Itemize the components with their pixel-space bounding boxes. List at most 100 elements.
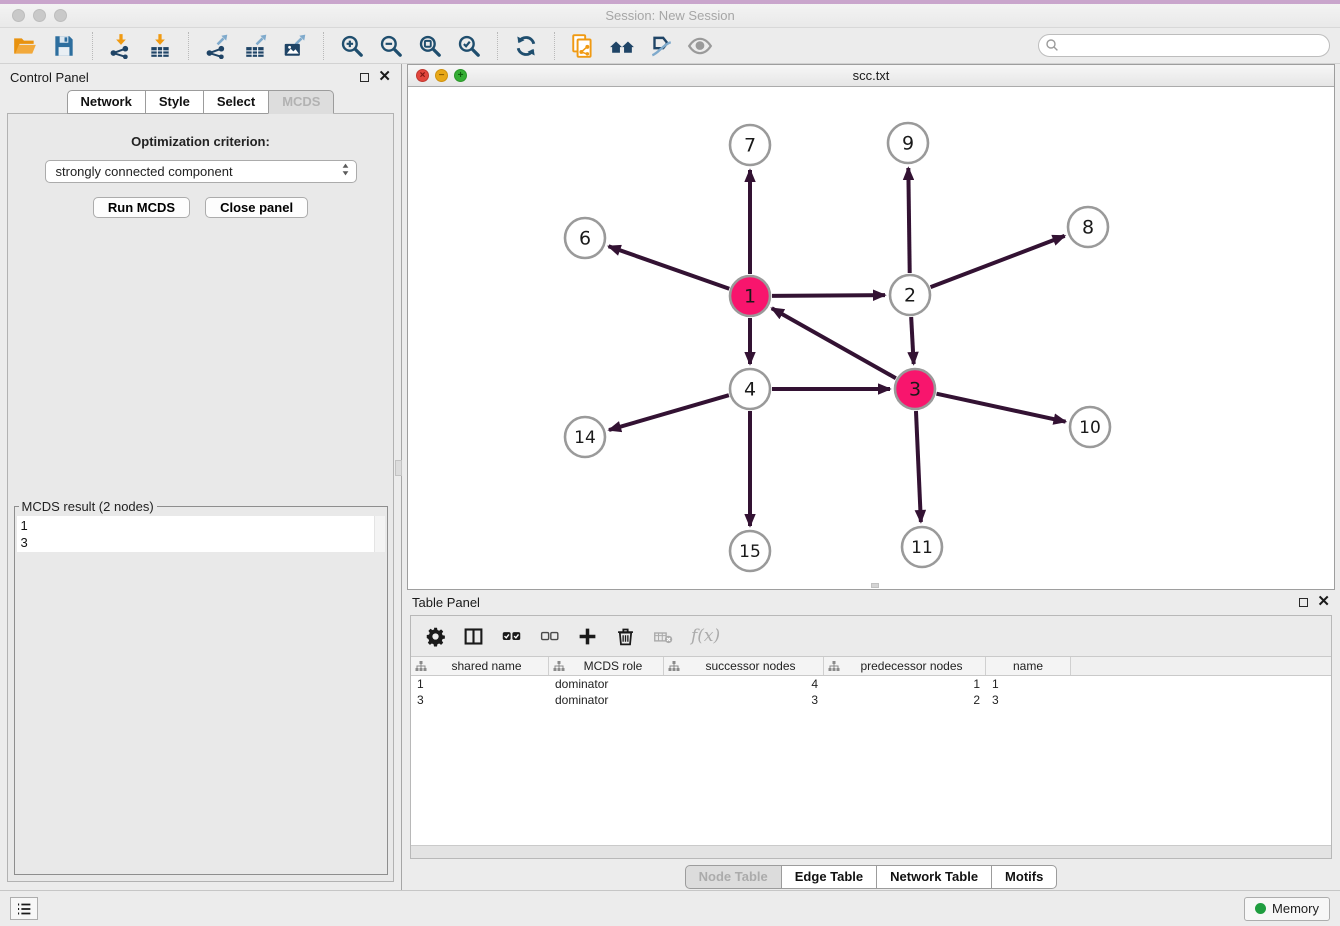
tab-style[interactable]: Style (145, 90, 204, 114)
table-settings-gear-icon[interactable] (425, 626, 446, 647)
cell[interactable]: 1 (824, 677, 986, 691)
window-title: Session: New Session (0, 8, 1340, 23)
cell[interactable]: 3 (411, 693, 549, 707)
select-all-icon[interactable] (501, 626, 522, 647)
panel-splitter-handle[interactable] (395, 460, 402, 476)
node-6[interactable]: 6 (565, 218, 605, 258)
close-window-button[interactable] (12, 9, 25, 22)
node-3[interactable]: 3 (895, 369, 935, 409)
import-table-icon[interactable] (145, 31, 175, 61)
node-11[interactable]: 11 (902, 527, 942, 567)
node-14[interactable]: 14 (565, 417, 605, 457)
node-7[interactable]: 7 (730, 125, 770, 165)
float-table-panel-icon[interactable] (1299, 598, 1308, 607)
column-header-shared-name[interactable]: shared name (411, 657, 549, 675)
network-minimize-icon[interactable]: − (435, 69, 448, 82)
tab-node-table[interactable]: Node Table (685, 865, 782, 889)
table-row[interactable]: 3dominator323 (411, 692, 1331, 708)
tab-network[interactable]: Network (67, 90, 146, 114)
save-session-icon[interactable] (49, 31, 79, 61)
close-table-panel-icon[interactable]: ✕ (1317, 597, 1330, 607)
column-header-successor-nodes[interactable]: successor nodes (664, 657, 824, 675)
edge-2-9[interactable] (908, 168, 909, 273)
mcds-result-area[interactable]: 1 3 (17, 516, 385, 552)
edge-1-6[interactable] (609, 246, 730, 288)
mcds-scrollbar[interactable] (374, 516, 385, 552)
new-network-from-selection-icon[interactable] (568, 31, 598, 61)
cell[interactable]: 3 (664, 693, 824, 707)
cell[interactable]: dominator (549, 693, 664, 707)
cell[interactable]: 3 (986, 693, 1071, 707)
optimization-criterion-dropdown[interactable]: strongly connected component (45, 160, 357, 183)
zoom-fit-icon[interactable] (415, 31, 445, 61)
node-2[interactable]: 2 (890, 275, 930, 315)
home-icon[interactable] (607, 31, 637, 61)
import-network-icon[interactable] (106, 31, 136, 61)
network-graph[interactable]: 7 9 6 8 1 2 4 3 14 10 15 11 (408, 87, 1339, 589)
traffic-lights (12, 9, 67, 22)
export-table-icon[interactable] (241, 31, 271, 61)
add-column-icon[interactable] (577, 626, 598, 647)
column-header-name[interactable]: name (986, 657, 1071, 675)
edge-3-1[interactable] (772, 308, 896, 378)
refresh-icon[interactable] (511, 31, 541, 61)
node-1[interactable]: 1 (730, 276, 770, 316)
open-session-icon[interactable] (10, 31, 40, 61)
network-window-titlebar[interactable]: × − + scc.txt (408, 65, 1334, 87)
edge-1-2[interactable] (772, 295, 885, 296)
edge-2-8[interactable] (931, 236, 1065, 287)
node-9[interactable]: 9 (888, 123, 928, 163)
cell[interactable]: 1 (411, 677, 549, 691)
status-bar: Memory (0, 890, 1340, 926)
graphics-details-icon[interactable] (646, 31, 676, 61)
minimize-window-button[interactable] (33, 9, 46, 22)
node-8[interactable]: 8 (1068, 207, 1108, 247)
export-network-icon[interactable] (202, 31, 232, 61)
zoom-in-icon[interactable] (337, 31, 367, 61)
column-header-MCDS-role[interactable]: MCDS role (549, 657, 664, 675)
network-maximize-icon[interactable]: + (454, 69, 467, 82)
node-4[interactable]: 4 (730, 369, 770, 409)
zoom-selected-icon[interactable] (454, 31, 484, 61)
table-row[interactable]: 1dominator411 (411, 676, 1331, 692)
tab-network-table[interactable]: Network Table (876, 865, 992, 889)
network-close-icon[interactable]: × (416, 69, 429, 82)
tab-motifs[interactable]: Motifs (991, 865, 1057, 889)
maximize-window-button[interactable] (54, 9, 67, 22)
column-header-predecessor-nodes[interactable]: predecessor nodes (824, 657, 986, 675)
task-history-button[interactable] (10, 897, 38, 920)
tab-select[interactable]: Select (203, 90, 269, 114)
search-input[interactable] (1038, 34, 1330, 57)
deselect-all-icon[interactable] (539, 626, 560, 647)
edge-3-11[interactable] (916, 411, 921, 522)
canvas-splitter-handle[interactable] (871, 583, 879, 588)
show-column-panel-icon[interactable] (463, 626, 484, 647)
node-15[interactable]: 15 (730, 531, 770, 571)
memory-button[interactable]: Memory (1244, 897, 1330, 921)
svg-text:11: 11 (911, 538, 933, 558)
edge-4-14[interactable] (609, 395, 729, 430)
hierarchy-icon (668, 660, 680, 672)
close-panel-button[interactable]: Close panel (205, 197, 308, 218)
cell[interactable]: dominator (549, 677, 664, 691)
run-mcds-button[interactable]: Run MCDS (93, 197, 190, 218)
float-panel-icon[interactable] (360, 73, 369, 82)
edge-3-10[interactable] (936, 394, 1065, 422)
cell[interactable]: 2 (824, 693, 986, 707)
node-10[interactable]: 10 (1070, 407, 1110, 447)
cell[interactable]: 4 (664, 677, 824, 691)
delete-column-trash-icon[interactable] (615, 626, 636, 647)
network-canvas[interactable]: 7 9 6 8 1 2 4 3 14 10 15 11 (408, 87, 1334, 589)
tab-edge-table[interactable]: Edge Table (781, 865, 877, 889)
zoom-out-icon[interactable] (376, 31, 406, 61)
close-panel-icon[interactable]: ✕ (378, 72, 391, 82)
birdseye-view-icon[interactable] (685, 31, 715, 61)
table-hscrollbar[interactable] (411, 845, 1331, 858)
svg-text:8: 8 (1082, 217, 1094, 239)
edge-2-3[interactable] (911, 317, 914, 364)
toolbar-separator (92, 32, 93, 60)
tab-mcds[interactable]: MCDS (268, 90, 334, 114)
cell[interactable]: 1 (986, 677, 1071, 691)
table-panel: Table Panel ✕ (402, 590, 1340, 890)
export-image-icon[interactable] (280, 31, 310, 61)
